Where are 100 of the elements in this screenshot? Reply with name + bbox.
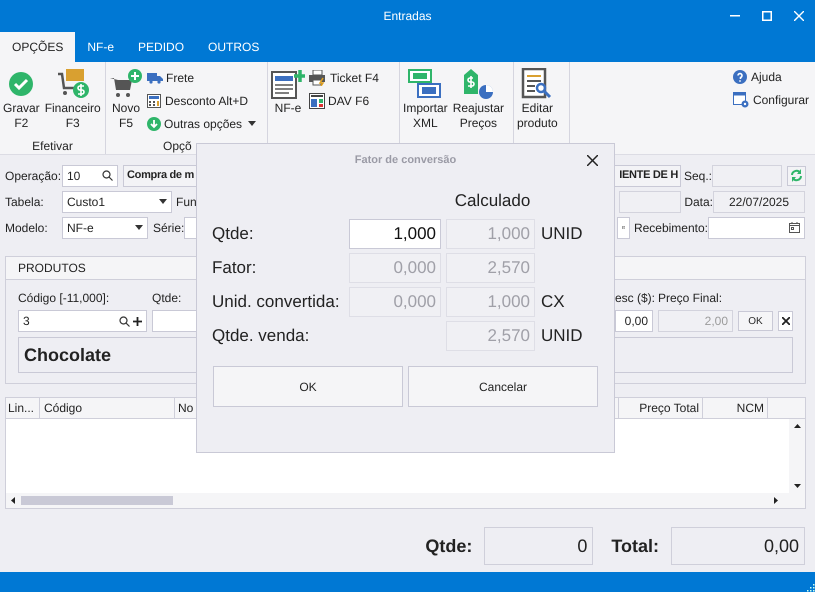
ribbon-button-label: Editar produto bbox=[517, 101, 558, 131]
ribbon-button-label: Novo F5 bbox=[112, 101, 140, 131]
report-icon bbox=[309, 92, 325, 108]
ribbon-group-label: Opçõ bbox=[163, 139, 192, 153]
ribbon-button[interactable]: Reajustar Preços bbox=[452, 67, 506, 131]
seq-field[interactable] bbox=[712, 164, 782, 186]
calculator-icon bbox=[147, 94, 162, 108]
receipt-date-field[interactable] bbox=[708, 216, 805, 238]
total-label: Qtde: bbox=[425, 534, 472, 558]
discount-field[interactable]: 0,00 bbox=[615, 310, 653, 332]
column-header[interactable]: Código bbox=[40, 398, 175, 418]
field-label: Qtde: bbox=[212, 223, 255, 246]
ok-button[interactable]: OK bbox=[738, 311, 773, 331]
ribbon-button[interactable]: Novo F5 bbox=[108, 67, 144, 131]
dialog-title: Fator de conversão bbox=[354, 152, 456, 168]
ribbon-small-button[interactable]: Ticket F4 bbox=[309, 68, 379, 87]
ribbon-small-button[interactable]: DAV F6 bbox=[309, 91, 379, 110]
ribbon-small-button[interactable]: Desconto Alt+D bbox=[147, 91, 256, 110]
operation-field[interactable]: 10 bbox=[62, 164, 118, 186]
date-field[interactable]: 22/07/2025 bbox=[713, 190, 805, 212]
field-label: Qtde. venda: bbox=[212, 325, 310, 348]
resize-grip-icon[interactable] bbox=[807, 584, 815, 592]
close-button[interactable] bbox=[586, 154, 598, 166]
cart-money-icon bbox=[56, 68, 90, 100]
caret-icon bbox=[159, 199, 167, 204]
ribbon-button[interactable]: Editar produto bbox=[516, 67, 559, 131]
panel-title: PRODUTOS bbox=[18, 260, 86, 277]
quantity-total-field: 0 bbox=[484, 527, 594, 565]
field-label: Operação: bbox=[5, 168, 62, 184]
column-header[interactable]: Preço Total bbox=[618, 398, 703, 418]
unit-label: CX bbox=[541, 291, 565, 314]
document-plus-icon bbox=[271, 69, 305, 99]
ribbon-button-label: Financeiro F3 bbox=[44, 101, 101, 131]
scroll-down-icon[interactable] bbox=[794, 484, 800, 488]
plus-icon[interactable] bbox=[133, 316, 142, 326]
dialog-button[interactable]: OK bbox=[213, 366, 403, 407]
total-label: Total: bbox=[611, 534, 659, 558]
maximize-icon bbox=[762, 11, 772, 21]
field-label: Unid. convertida: bbox=[212, 291, 341, 314]
ribbon-button-label: Configurar bbox=[752, 92, 809, 109]
product-code-field[interactable]: 3 bbox=[18, 310, 147, 332]
ribbon-button-label: Outras opções bbox=[164, 116, 242, 132]
check-circle-icon bbox=[8, 71, 34, 97]
unit-label: UNID bbox=[541, 325, 583, 348]
price-tag-chart-icon bbox=[462, 68, 494, 100]
calculated-field: 2,570 bbox=[446, 253, 535, 283]
calculated-field: 1,000 bbox=[446, 287, 535, 317]
scroll-left-icon[interactable] bbox=[11, 497, 15, 504]
remove-button[interactable] bbox=[778, 311, 793, 331]
column-header: Calculado bbox=[454, 190, 532, 211]
ribbon-button-label: Reajustar Preços bbox=[452, 101, 504, 131]
scroll-right-icon[interactable] bbox=[774, 497, 778, 504]
table-select[interactable]: Custo1 bbox=[62, 190, 172, 212]
calculated-field: 2,570 bbox=[446, 321, 535, 351]
dialog-button[interactable]: Cancelar bbox=[408, 366, 598, 407]
ribbon-button[interactable]: Importar XML bbox=[402, 67, 449, 131]
ribbon-button-label: NF-e bbox=[274, 101, 302, 116]
calculated-field: 1,000 bbox=[446, 219, 535, 249]
ribbon-small-button[interactable]: Frete bbox=[147, 68, 256, 87]
field-label: Seq.: bbox=[684, 168, 712, 182]
field-label: Fator: bbox=[212, 257, 258, 280]
field-label: Fun bbox=[176, 194, 197, 208]
cart-plus-icon bbox=[109, 68, 143, 100]
document-wrench-icon bbox=[521, 68, 554, 100]
xml-files-icon bbox=[408, 69, 442, 99]
ribbon-small-button[interactable]: Configurar bbox=[732, 91, 809, 109]
input-field[interactable]: 1,000 bbox=[349, 219, 441, 249]
field-label: esc ($): bbox=[615, 290, 656, 307]
ribbon-small-button[interactable]: Outras opções bbox=[147, 114, 256, 133]
ribbon-group-label: Efetivar bbox=[32, 139, 73, 153]
column-header[interactable]: NCM bbox=[703, 398, 768, 418]
product-name: Chocolate bbox=[24, 344, 112, 366]
ribbon-button[interactable]: Financeiro F3 bbox=[44, 67, 102, 131]
ribbon-button[interactable]: Gravar F2 bbox=[2, 67, 41, 131]
ribbon-tab[interactable]: OPÇÕES bbox=[0, 32, 76, 62]
close-icon bbox=[794, 11, 804, 21]
search-icon[interactable] bbox=[119, 316, 130, 326]
ribbon-small-button[interactable]: Ajuda bbox=[732, 68, 809, 86]
window-title: Entradas bbox=[383, 8, 432, 25]
ribbon-button-label: Ajuda bbox=[750, 69, 782, 86]
text-field[interactable] bbox=[619, 190, 682, 212]
column-header[interactable]: Lin... bbox=[6, 398, 40, 418]
field-label: Qtde: bbox=[152, 290, 182, 307]
date-field[interactable] bbox=[616, 216, 630, 238]
ribbon-button[interactable]: NF-e bbox=[270, 67, 306, 116]
ribbon-button-label: DAV F6 bbox=[328, 92, 370, 110]
model-select[interactable]: NF-e bbox=[62, 216, 148, 238]
ribbon-tab[interactable]: NF-e bbox=[75, 32, 126, 62]
calendar-icon[interactable] bbox=[789, 222, 800, 233]
close-icon bbox=[586, 154, 598, 166]
ribbon-tab[interactable]: OUTROS bbox=[196, 32, 272, 62]
dropdown-caret-icon[interactable] bbox=[248, 121, 256, 126]
minimize-icon bbox=[730, 15, 740, 17]
ribbon-tab[interactable]: PEDIDO bbox=[126, 32, 196, 62]
field-label: Tabela: bbox=[5, 194, 45, 210]
caret-icon bbox=[135, 225, 143, 230]
horizontal-scrollbar[interactable] bbox=[6, 493, 805, 508]
scroll-up-icon[interactable] bbox=[794, 424, 800, 428]
vertical-scrollbar[interactable] bbox=[789, 419, 805, 493]
search-icon[interactable] bbox=[102, 170, 113, 181]
